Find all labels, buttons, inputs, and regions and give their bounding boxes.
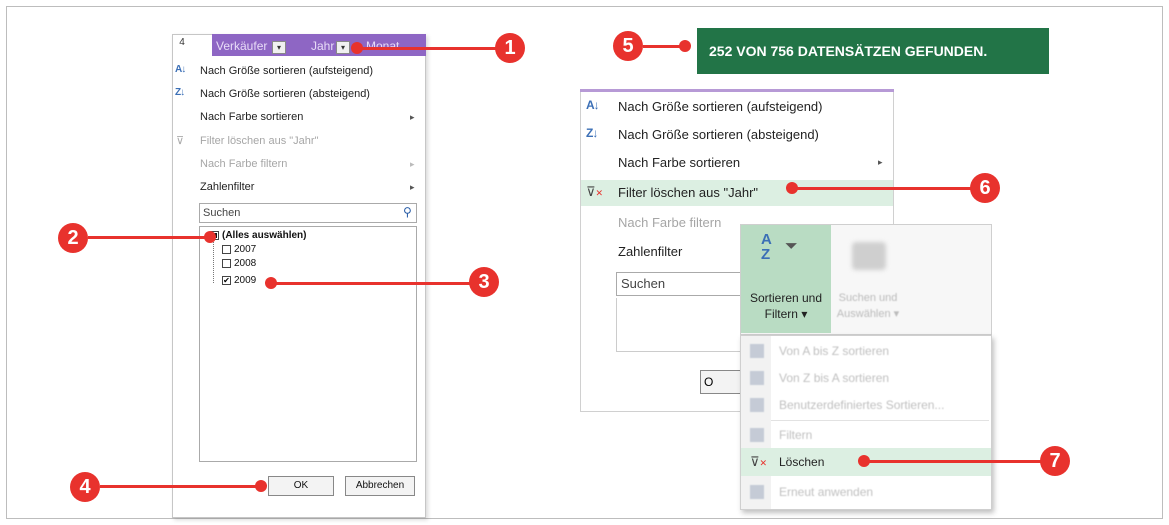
menu-custom-sort: Benutzerdefiniertes Sortieren... <box>779 398 945 412</box>
header-strip-partial <box>580 89 894 92</box>
list-item-2009: 2009 <box>234 275 257 286</box>
sort-ascending-icon: A↓ <box>175 64 186 75</box>
filter-value-list <box>616 298 746 352</box>
column-header-monat: Monat <box>366 39 400 53</box>
menu-number-filter[interactable]: Zahlenfilter <box>618 244 682 259</box>
filter-value-list <box>199 226 417 462</box>
menu-number-filter[interactable]: Zahlenfilter <box>200 181 254 193</box>
menu-clear[interactable]: Löschen <box>779 455 824 469</box>
callout-4-dot <box>255 480 267 492</box>
callout-2-line <box>88 236 210 239</box>
sort-filter-label: Sortieren und Filtern ▾ <box>749 291 823 321</box>
menu-sort-descending[interactable]: Nach Größe sortieren (absteigend) <box>200 88 370 100</box>
column-header-jahr: Jahr <box>311 39 335 53</box>
filter-icon <box>750 428 764 442</box>
search-icon: ⚲ <box>403 205 412 219</box>
find-select-label[interactable]: Suchen und Auswählen ▾ <box>832 290 904 322</box>
menu-sort-a-z: Von A bis Z sortieren <box>779 344 890 358</box>
row-number: 4 <box>179 37 185 48</box>
menu-sort-by-color[interactable]: Nach Farbe sortieren <box>618 155 740 170</box>
callout-2-dot <box>204 231 216 243</box>
sort-ascending-icon: A↓ <box>586 98 600 112</box>
menu-sort-ascending[interactable]: Nach Größe sortieren (aufsteigend) <box>200 65 373 77</box>
menu-reapply: Erneut anwenden <box>779 485 874 499</box>
ok-button[interactable]: OK <box>268 476 334 496</box>
submenu-arrow-icon: ▸ <box>410 182 415 192</box>
dropdown-separator <box>771 420 989 421</box>
sort-descending-icon: Z↓ <box>175 87 185 98</box>
dropdown-icon-gutter <box>741 336 771 509</box>
callout-5-badge: 5 <box>613 31 643 61</box>
callout-1-badge: 1 <box>495 33 525 63</box>
tree-connector <box>213 239 214 283</box>
list-item-2008: 2008 <box>234 258 257 269</box>
list-item-2007: 2007 <box>234 244 257 255</box>
menu-sort-descending[interactable]: Nach Größe sortieren (absteigend) <box>618 127 819 142</box>
menu-sort-by-color[interactable]: Nach Farbe sortieren <box>200 111 303 123</box>
filter-button-verkaeufer[interactable]: ▾ <box>272 41 286 54</box>
callout-2-badge: 2 <box>58 223 88 253</box>
menu-filter-by-color: Nach Farbe filtern <box>618 215 722 230</box>
filter-clear-icon: ⊽ <box>176 135 185 147</box>
column-header-verkaeufer: Verkäufer <box>216 39 268 53</box>
menu-sort-z-a: Von Z bis A sortieren <box>779 371 890 385</box>
search-input[interactable]: Suchen <box>616 272 746 296</box>
callout-6-line <box>792 187 972 190</box>
reapply-icon <box>750 485 764 499</box>
clear-filter-icon: ⊽✕ <box>750 454 768 469</box>
callout-5-dot <box>679 40 691 52</box>
custom-sort-icon <box>750 398 764 412</box>
callout-3-line <box>271 282 471 285</box>
menu-filter: Filtern <box>779 428 813 442</box>
callout-6-badge: 6 <box>970 173 1000 203</box>
binoculars-icon <box>852 242 886 270</box>
callout-4-line <box>100 485 260 488</box>
submenu-arrow-icon: ▸ <box>410 159 415 169</box>
menu-filter-by-color: Nach Farbe filtern <box>200 158 288 170</box>
checkbox-2008[interactable] <box>222 259 231 268</box>
submenu-arrow-icon: ▸ <box>878 157 883 167</box>
callout-7-line <box>864 460 1042 463</box>
checkbox-2007[interactable] <box>222 245 231 254</box>
checkbox-2009[interactable]: ✔ <box>222 276 231 285</box>
search-input[interactable]: Suchen <box>199 203 417 223</box>
list-item-select-all: (Alles auswählen) <box>222 230 307 241</box>
callout-4-badge: 4 <box>70 472 100 502</box>
status-banner: 252 VON 756 DATENSÄTZEN GEFUNDEN. <box>697 28 1049 74</box>
menu-clear-filter: Filter löschen aus "Jahr" <box>200 135 319 147</box>
sort-az-icon: AZ <box>761 231 772 263</box>
cancel-button[interactable]: Abbrechen <box>345 476 415 496</box>
submenu-arrow-icon: ▸ <box>410 112 415 122</box>
ok-button-partial[interactable]: O <box>700 370 745 394</box>
filter-button-jahr[interactable]: ▾ <box>336 41 350 54</box>
menu-clear-filter[interactable]: Filter löschen aus "Jahr" <box>618 185 758 200</box>
sort-az-icon <box>750 344 764 358</box>
callout-1-line <box>357 47 497 50</box>
sort-descending-icon: Z↓ <box>586 126 598 140</box>
funnel-icon: ⏷ <box>785 238 798 255</box>
sort-filter-dropdown <box>740 335 992 510</box>
callout-3-badge: 3 <box>469 267 499 297</box>
callout-7-badge: 7 <box>1040 446 1070 476</box>
sort-za-icon <box>750 371 764 385</box>
filter-clear-icon: ⊽✕ <box>586 184 604 199</box>
menu-sort-ascending[interactable]: Nach Größe sortieren (aufsteigend) <box>618 99 822 114</box>
